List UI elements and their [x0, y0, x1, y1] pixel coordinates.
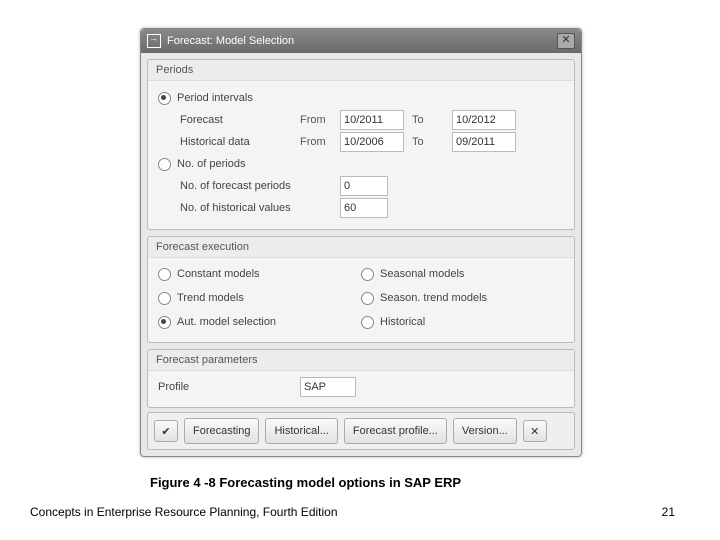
hist-from-input[interactable]: [340, 132, 404, 152]
historical-sublabel: Historical data: [180, 136, 300, 148]
constant-label: Constant models: [177, 268, 260, 280]
hist-to-input[interactable]: [452, 132, 516, 152]
seasonal-label: Seasonal models: [380, 268, 464, 280]
auto-label: Aut. model selection: [177, 316, 276, 328]
radio-seasonal[interactable]: [361, 268, 374, 281]
execution-heading: Forecast execution: [148, 237, 574, 258]
page-number: 21: [662, 505, 675, 519]
period-intervals-label: Period intervals: [177, 92, 253, 104]
radio-trend[interactable]: [158, 292, 171, 305]
profile-input[interactable]: [300, 377, 356, 397]
radio-seasontrend[interactable]: [361, 292, 374, 305]
forecast-from-input[interactable]: [340, 110, 404, 130]
check-icon[interactable]: ✔: [154, 420, 178, 442]
radio-auto[interactable]: [158, 316, 171, 329]
radio-no-of-periods[interactable]: [158, 158, 171, 171]
forecast-profile-button[interactable]: Forecast profile...: [344, 418, 447, 444]
historical-button[interactable]: Historical...: [265, 418, 337, 444]
forecast-dialog: Forecast: Model Selection ✕ Periods Peri…: [140, 28, 582, 457]
cancel-icon[interactable]: ✕: [523, 420, 547, 442]
window-icon: [147, 34, 161, 48]
params-panel: Forecast parameters Profile: [147, 349, 575, 408]
periods-panel: Periods Period intervals Forecast From T…: [147, 59, 575, 230]
titlebar: Forecast: Model Selection ✕: [141, 29, 581, 53]
periods-heading: Periods: [148, 60, 574, 81]
from-label-1: From: [300, 114, 340, 126]
figure-caption: Figure 4 -8 Forecasting model options in…: [150, 475, 461, 490]
to-label-2: To: [412, 136, 452, 148]
to-label-1: To: [412, 114, 452, 126]
forecasting-button[interactable]: Forecasting: [184, 418, 259, 444]
trend-label: Trend models: [177, 292, 244, 304]
button-bar: ✔ Forecasting Historical... Forecast pro…: [147, 412, 575, 450]
forecast-to-input[interactable]: [452, 110, 516, 130]
window-title: Forecast: Model Selection: [167, 35, 294, 47]
footer-text: Concepts in Enterprise Resource Planning…: [30, 505, 338, 519]
historical-label: Historical: [380, 316, 425, 328]
radio-period-intervals[interactable]: [158, 92, 171, 105]
radio-constant[interactable]: [158, 268, 171, 281]
from-label-2: From: [300, 136, 340, 148]
num-forecast-label: No. of forecast periods: [180, 180, 340, 192]
num-hist-input[interactable]: [340, 198, 388, 218]
seasontrend-label: Season. trend models: [380, 292, 487, 304]
num-hist-label: No. of historical values: [180, 202, 340, 214]
forecast-sublabel: Forecast: [180, 114, 300, 126]
params-heading: Forecast parameters: [148, 350, 574, 371]
radio-historical[interactable]: [361, 316, 374, 329]
version-button[interactable]: Version...: [453, 418, 517, 444]
profile-label: Profile: [158, 381, 300, 393]
close-icon[interactable]: ✕: [557, 33, 575, 49]
execution-panel: Forecast execution Constant models Seaso…: [147, 236, 575, 343]
num-forecast-input[interactable]: [340, 176, 388, 196]
no-of-periods-label: No. of periods: [177, 158, 245, 170]
